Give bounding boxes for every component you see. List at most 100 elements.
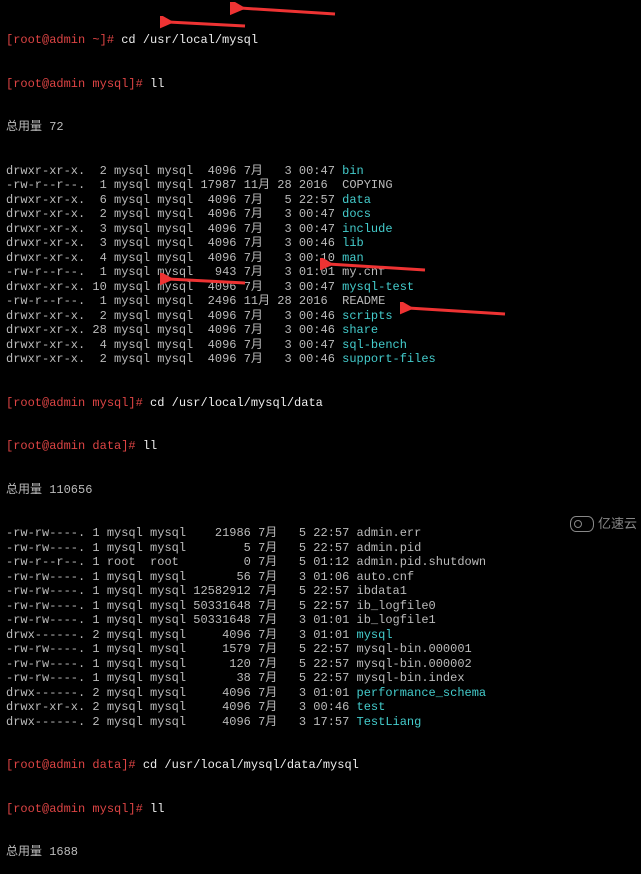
- time: 22:57: [313, 642, 356, 656]
- owner: mysql: [114, 338, 157, 352]
- file-listing: drwxr-xr-x. 2 mysql mysql 4096 7月 3 00:4…: [6, 164, 635, 367]
- file-listing: -rw-rw----. 1 mysql mysql 21986 7月 5 22:…: [6, 526, 635, 729]
- links: 4: [85, 338, 114, 352]
- perm: drwxr-xr-x.: [6, 280, 85, 294]
- prompt-line[interactable]: [root@admin data]# cd /usr/local/mysql/d…: [6, 758, 635, 773]
- total-line: 总用量 72: [6, 120, 635, 135]
- file-row: drwx------. 2 mysql mysql 4096 7月 3 01:0…: [6, 628, 635, 643]
- file-row: -rw-rw----. 1 mysql mysql 1579 7月 5 22:5…: [6, 642, 635, 657]
- file-row: drwxr-xr-x. 10 mysql mysql 4096 7月 3 00:…: [6, 280, 635, 295]
- file-row: -rw-r--r--. 1 mysql mysql 2496 11月 28 20…: [6, 294, 635, 309]
- total-line: 总用量 110656: [6, 483, 635, 498]
- group: mysql: [150, 686, 186, 700]
- prompt-user: [root@admin ~]#: [6, 33, 114, 47]
- month: 11月: [244, 294, 270, 308]
- owner: mysql: [114, 222, 157, 236]
- links: 2: [85, 164, 114, 178]
- month: 7月: [258, 657, 277, 671]
- file-row: drwxr-xr-x. 3 mysql mysql 4096 7月 3 00:4…: [6, 222, 635, 237]
- links: 2: [85, 715, 107, 729]
- day: 3: [270, 338, 299, 352]
- perm: drwxr-xr-x.: [6, 251, 85, 265]
- watermark-text: 亿速云: [598, 517, 637, 532]
- day: 3: [270, 309, 299, 323]
- file-row: -rw-rw----. 1 mysql mysql 21986 7月 5 22:…: [6, 526, 635, 541]
- group: mysql: [150, 657, 186, 671]
- day: 3: [270, 207, 299, 221]
- prompt-line[interactable]: [root@admin mysql]# ll: [6, 77, 635, 92]
- perm: -rw-rw----.: [6, 657, 85, 671]
- perm: drwxr-xr-x.: [6, 164, 85, 178]
- month: 7月: [258, 541, 277, 555]
- size: 56: [186, 570, 258, 584]
- month: 7月: [258, 584, 277, 598]
- time: 22:57: [313, 526, 356, 540]
- file-row: drwxr-xr-x. 6 mysql mysql 4096 7月 5 22:5…: [6, 193, 635, 208]
- prompt-user: [root@admin mysql]#: [6, 77, 143, 91]
- links: 2: [85, 628, 107, 642]
- owner: mysql: [114, 207, 157, 221]
- owner: mysql: [107, 613, 150, 627]
- group: root: [150, 555, 186, 569]
- perm: -rw-rw----.: [6, 642, 85, 656]
- time: 00:10: [299, 251, 342, 265]
- time: 00:46: [299, 352, 342, 366]
- links: 1: [85, 526, 107, 540]
- owner: mysql: [107, 599, 150, 613]
- filename: admin.pid.shutdown: [357, 555, 487, 569]
- prompt-line[interactable]: [root@admin mysql]# cd /usr/local/mysql/…: [6, 396, 635, 411]
- prompt-line[interactable]: [root@admin mysql]# ll: [6, 802, 635, 817]
- time: 2016: [299, 294, 342, 308]
- filename: ib_logfile1: [357, 613, 436, 627]
- links: 2: [85, 686, 107, 700]
- owner: mysql: [107, 628, 150, 642]
- terminal-output: [root@admin ~]# cd /usr/local/mysql [roo…: [6, 4, 635, 874]
- owner: mysql: [114, 251, 157, 265]
- owner: mysql: [114, 178, 157, 192]
- perm: -rw-r--r--.: [6, 178, 85, 192]
- file-row: -rw-rw----. 1 mysql mysql 120 7月 5 22:57…: [6, 657, 635, 672]
- perm: -rw-rw----.: [6, 584, 85, 598]
- month: 7月: [258, 671, 277, 685]
- size: 4096: [193, 338, 243, 352]
- owner: mysql: [114, 236, 157, 250]
- month: 7月: [244, 352, 270, 366]
- prompt-cmd: cd /usr/local/mysql/data/mysql: [136, 758, 359, 772]
- filename: sql-bench: [342, 338, 407, 352]
- size: 4096: [186, 700, 258, 714]
- file-row: drwxr-xr-x. 4 mysql mysql 4096 7月 3 00:1…: [6, 251, 635, 266]
- group: mysql: [150, 700, 186, 714]
- size: 4096: [186, 686, 258, 700]
- links: 6: [85, 193, 114, 207]
- owner: mysql: [107, 642, 150, 656]
- time: 00:46: [299, 309, 342, 323]
- time: 00:47: [299, 222, 342, 236]
- links: 1: [85, 584, 107, 598]
- file-row: drwx------. 2 mysql mysql 4096 7月 3 01:0…: [6, 686, 635, 701]
- time: 01:01: [313, 613, 356, 627]
- month: 7月: [244, 338, 270, 352]
- prompt-user: [root@admin mysql]#: [6, 802, 143, 816]
- prompt-line[interactable]: [root@admin ~]# cd /usr/local/mysql: [6, 33, 635, 48]
- size: 4096: [193, 222, 243, 236]
- links: 1: [85, 541, 107, 555]
- size: 17987: [193, 178, 243, 192]
- prompt-line[interactable]: [root@admin data]# ll: [6, 439, 635, 454]
- filename: share: [342, 323, 378, 337]
- filename: my.cnf: [342, 265, 385, 279]
- day: 28: [270, 294, 299, 308]
- size: 4096: [193, 164, 243, 178]
- size: 4096: [193, 207, 243, 221]
- group: mysql: [157, 338, 193, 352]
- time: 01:01: [313, 628, 356, 642]
- owner: mysql: [107, 526, 150, 540]
- size: 2496: [193, 294, 243, 308]
- owner: mysql: [114, 323, 157, 337]
- filename: mysql-test: [342, 280, 414, 294]
- day: 3: [270, 280, 299, 294]
- size: 4096: [186, 715, 258, 729]
- day: 3: [270, 222, 299, 236]
- time: 2016: [299, 178, 342, 192]
- owner: mysql: [107, 715, 150, 729]
- time: 22:57: [299, 193, 342, 207]
